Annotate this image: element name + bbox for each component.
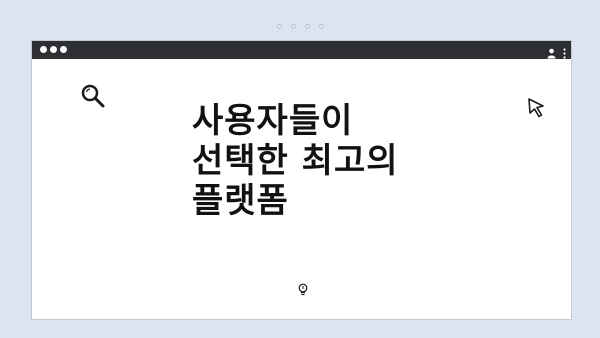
search-icon — [80, 83, 106, 113]
page-indicator-dots — [0, 24, 600, 29]
window-control-dot[interactable] — [40, 46, 47, 53]
page-dot — [304, 24, 310, 29]
page-dot — [276, 24, 282, 29]
page-dot — [318, 24, 324, 29]
window-control-dot[interactable] — [60, 46, 67, 53]
cursor-arrow-icon — [527, 97, 549, 123]
headline-line-1: 사용자들이 — [192, 101, 354, 141]
headline-line-2: 선택한 최고의 — [192, 141, 399, 181]
page-dot — [290, 24, 296, 29]
kebab-menu-icon[interactable] — [563, 44, 566, 63]
page-headline: 사용자들이 선택한 최고의 플랫폼 — [192, 101, 432, 221]
window-control-dot[interactable] — [50, 46, 57, 53]
user-icon[interactable] — [547, 44, 556, 63]
lightbulb-icon — [297, 282, 309, 301]
browser-window: 사용자들이 선택한 최고의 플랫폼 — [31, 40, 572, 320]
headline-line-3: 플랫폼 — [192, 181, 289, 221]
window-titlebar — [32, 41, 571, 59]
